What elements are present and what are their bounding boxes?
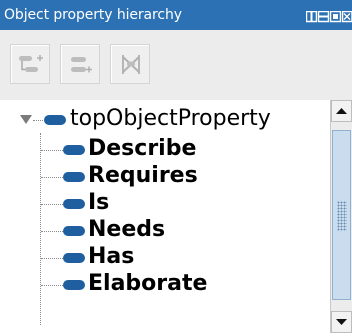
panel-title-bar: Object property hierarchy (0, 0, 352, 30)
maximize-icon[interactable] (330, 8, 342, 20)
delete-icon (118, 53, 144, 77)
property-icon (63, 280, 85, 290)
minimize-icon[interactable] (318, 8, 330, 20)
add-subproperty-icon (18, 53, 44, 77)
object-property-hierarchy-panel: Object property hierarchy (0, 0, 352, 333)
tree-node-label: Elaborate (88, 270, 207, 298)
panel-title: Object property hierarchy (4, 7, 182, 23)
tree-node-needs[interactable]: Needs (0, 216, 330, 246)
scroll-down-button[interactable] (331, 311, 352, 333)
tree-connector (41, 285, 63, 286)
scrollbar-thumb[interactable] (332, 130, 351, 300)
add-sibling-property-button[interactable] (60, 44, 100, 84)
add-subproperty-button[interactable] (10, 44, 50, 84)
tree-connector (41, 204, 63, 205)
delete-property-button[interactable] (110, 44, 150, 84)
tree-connector (41, 177, 63, 178)
add-sibling-property-icon (68, 53, 94, 77)
tree-connector (41, 258, 63, 259)
property-icon (63, 199, 85, 209)
tile-icon[interactable] (306, 8, 318, 20)
property-icon (63, 145, 85, 155)
tree-connector (41, 150, 63, 151)
property-tree: topObjectProperty Describe Requires Is N… (0, 100, 330, 334)
property-icon (63, 226, 85, 236)
tree-node-requires[interactable]: Requires (0, 162, 330, 192)
tree-node-is[interactable]: Is (0, 189, 330, 219)
tree-node-label: Has (88, 243, 134, 271)
tree-connector (33, 120, 43, 121)
tree-node-root[interactable]: topObjectProperty (0, 105, 330, 135)
grip-icon (337, 201, 347, 231)
close-icon[interactable] (342, 8, 352, 20)
arrow-down-icon (332, 312, 351, 332)
tree-node-label: Describe (88, 135, 196, 163)
tree-connector (41, 231, 63, 232)
tree-node-elaborate[interactable]: Elaborate (0, 270, 330, 300)
tree-node-label: Is (88, 189, 109, 217)
tree-node-label: Needs (88, 216, 165, 244)
tree-node-label: Requires (88, 162, 198, 190)
tree-node-describe[interactable]: Describe (0, 135, 330, 165)
property-icon (63, 172, 85, 182)
tree-node-label: topObjectProperty (70, 105, 271, 133)
tree-node-has[interactable]: Has (0, 243, 330, 273)
expand-toggle-icon[interactable] (20, 115, 32, 125)
hierarchy-toolbar (0, 30, 352, 100)
arrow-up-icon (332, 101, 351, 121)
property-icon (44, 115, 66, 125)
vertical-scrollbar[interactable] (330, 100, 352, 333)
property-icon (63, 253, 85, 263)
scroll-up-button[interactable] (331, 100, 352, 122)
